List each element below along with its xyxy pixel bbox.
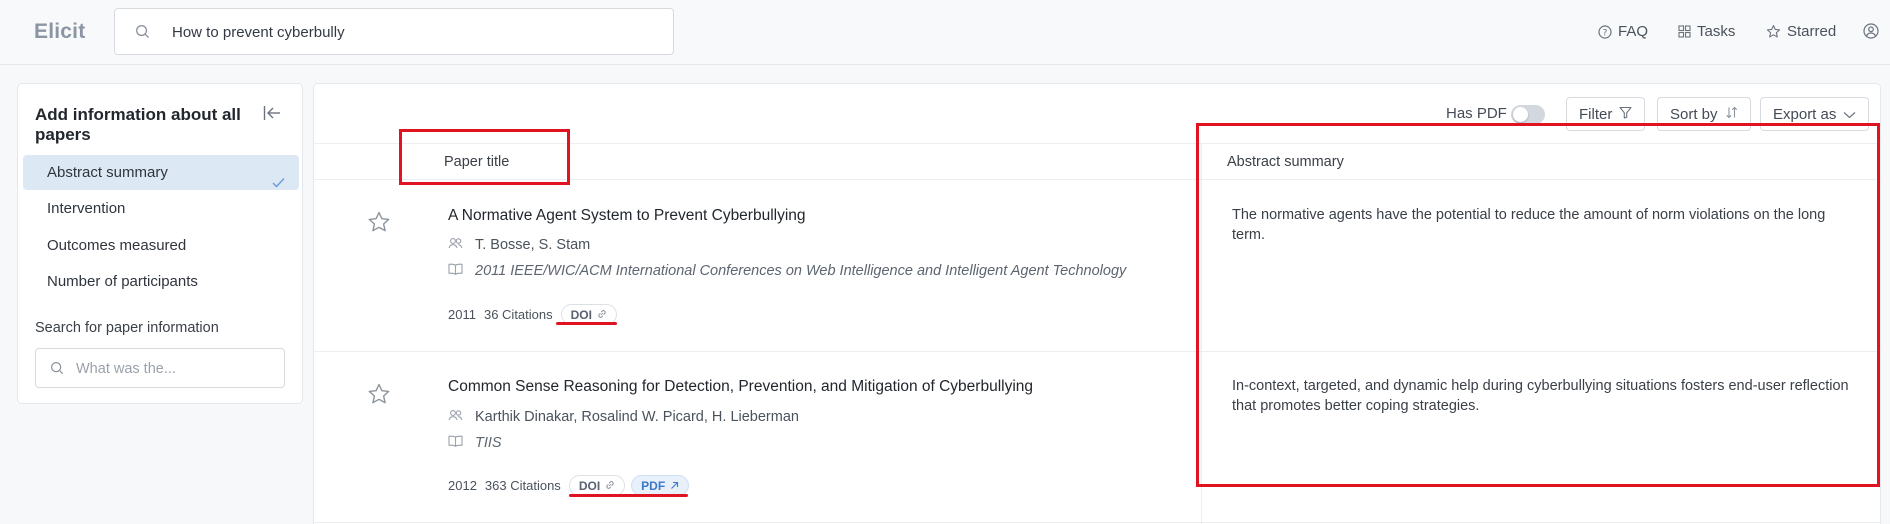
paper-citations[interactable]: 363 Citations — [485, 478, 561, 493]
sidebar-title: Add information about all papers — [35, 105, 241, 144]
nav-tasks[interactable]: Tasks — [1678, 23, 1735, 40]
external-link-icon — [670, 479, 679, 493]
pdf-label: PDF — [641, 478, 666, 493]
paper-venue: TIIS — [448, 435, 502, 451]
paper-info-search-input[interactable] — [76, 359, 276, 379]
sidebar: Add information about all papers Abstrac… — [17, 83, 303, 404]
paper-authors: T. Bosse, S. Stam — [448, 237, 590, 253]
paper-venue: 2011 IEEE/WIC/ACM International Conferen… — [448, 263, 1126, 279]
svg-text:?: ? — [1603, 28, 1608, 38]
nav-starred-label: Starred — [1787, 23, 1837, 40]
search-icon — [50, 361, 64, 380]
has-pdf-toggle[interactable] — [1511, 105, 1545, 124]
chevron-down-icon — [1843, 106, 1856, 123]
paper-authors-text: T. Bosse, S. Stam — [475, 237, 591, 253]
search-query[interactable]: How to prevent cyberbully — [172, 24, 345, 41]
paper-info-search-label: Search for paper information — [35, 320, 219, 336]
paper-year: 2012 — [448, 478, 477, 493]
nav-tasks-label: Tasks — [1697, 23, 1736, 40]
nav-starred[interactable]: Starred — [1766, 23, 1836, 40]
doi-label: DOI — [578, 478, 601, 493]
sort-arrows-icon — [1725, 106, 1738, 123]
star-paper-icon[interactable] — [367, 210, 391, 239]
sidebar-item-number-of-participants[interactable]: Number of participants — [23, 264, 299, 299]
annotation-box-abstract-summary — [1196, 123, 1880, 487]
divider — [314, 522, 1882, 523]
sidebar-item-label: Intervention — [47, 200, 126, 217]
paper-year: 2011 — [448, 307, 476, 322]
sidebar-item-outcomes-measured[interactable]: Outcomes measured — [23, 228, 299, 263]
annotation-underline-doi — [556, 322, 617, 325]
paper-authors-text: Karthik Dinakar, Rosalind W. Picard, H. … — [475, 409, 799, 425]
search-bar[interactable]: How to prevent cyberbully — [114, 8, 674, 55]
authors-icon — [448, 237, 463, 253]
nav-faq[interactable]: ? FAQ — [1598, 23, 1648, 40]
collapse-sidebar-icon[interactable] — [263, 105, 281, 126]
sidebar-item-label: Abstract summary — [47, 164, 168, 181]
top-bar: Elicit How to prevent cyberbully ? FAQ T… — [0, 0, 1890, 65]
sidebar-item-label: Outcomes measured — [47, 237, 187, 254]
paper-authors: Karthik Dinakar, Rosalind W. Picard, H. … — [448, 409, 799, 425]
app-logo[interactable]: Elicit — [34, 20, 85, 44]
help-circle-icon: ? — [1598, 24, 1612, 39]
book-icon — [448, 435, 463, 451]
paper-venue-text: 2011 IEEE/WIC/ACM International Conferen… — [475, 263, 1127, 279]
star-icon — [1766, 24, 1781, 39]
sort-by-button-label: Sort by — [1670, 105, 1718, 123]
toggle-knob — [1513, 107, 1528, 122]
sidebar-item-intervention[interactable]: Intervention — [23, 191, 299, 226]
paper-info-search[interactable] — [35, 348, 285, 388]
annotation-box-paper-title — [399, 129, 570, 185]
pdf-link[interactable]: PDF — [631, 475, 690, 496]
export-as-button-label: Export as — [1773, 105, 1837, 123]
annotation-underline-doi-pdf — [569, 494, 688, 497]
sidebar-item-abstract-summary[interactable]: Abstract summary — [23, 155, 299, 190]
star-paper-icon[interactable] — [367, 382, 391, 411]
has-pdf-label: Has PDF — [1446, 105, 1507, 122]
paper-citations[interactable]: 36 Citations — [484, 307, 553, 322]
nav-faq-label: FAQ — [1618, 23, 1649, 40]
sidebar-item-label: Number of participants — [47, 273, 198, 290]
paper-venue-text: TIIS — [475, 435, 502, 451]
doi-link[interactable]: DOI — [568, 475, 626, 496]
link-icon — [605, 479, 615, 493]
doi-label: DOI — [570, 307, 592, 322]
paper-title-link[interactable]: A Normative Agent System to Prevent Cybe… — [448, 207, 806, 225]
user-menu[interactable] — [1863, 23, 1879, 39]
link-icon — [597, 308, 607, 322]
authors-icon — [448, 409, 463, 425]
book-icon — [448, 263, 463, 279]
search-icon — [135, 24, 150, 44]
grid-icon — [1678, 25, 1691, 38]
paper-title-link[interactable]: Common Sense Reasoning for Detection, Pr… — [448, 378, 1033, 396]
paper-stats: 2012 363 Citations DOI PDF — [448, 475, 690, 496]
filter-icon — [1619, 106, 1632, 123]
filter-button-label: Filter — [1579, 105, 1613, 123]
user-avatar-icon — [1863, 23, 1879, 39]
